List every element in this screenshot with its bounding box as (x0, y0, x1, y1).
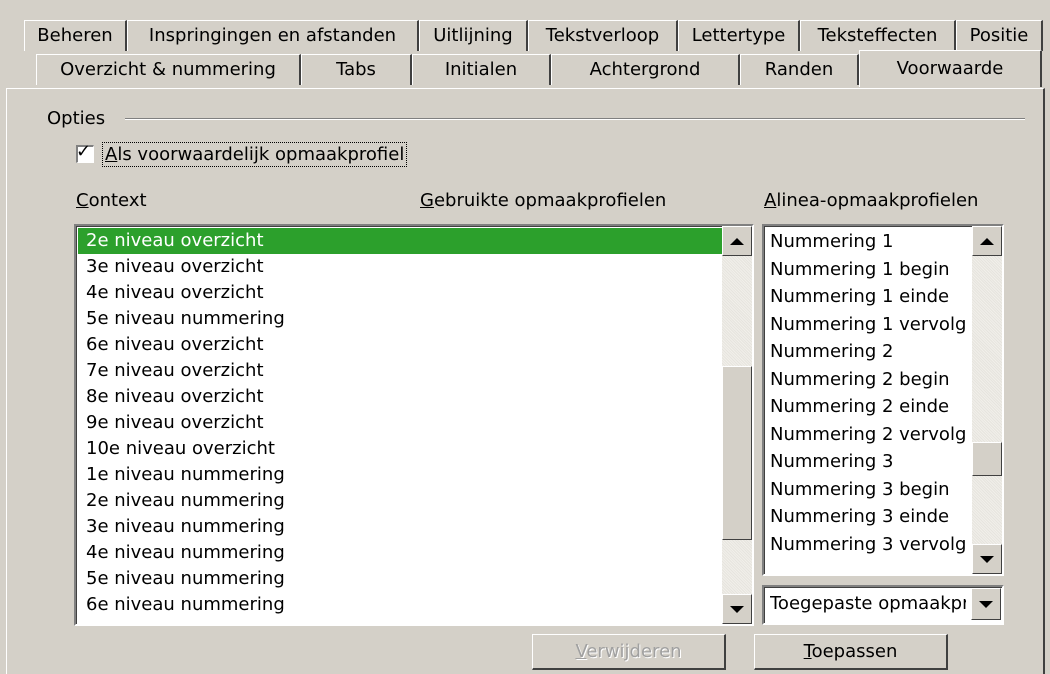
paragraph-styles-label: Alinea-opmaakprofielen (764, 190, 979, 211)
list-item[interactable]: 1e niveau nummering (78, 462, 722, 488)
context-list[interactable]: 2e niveau overzicht 3e niveau overzicht … (74, 224, 754, 626)
list-item[interactable]: Nummering 2 vervolg (766, 421, 972, 449)
chevron-down-icon (979, 600, 993, 608)
list-item[interactable]: Nummering 1 begin (766, 256, 972, 284)
paragraph-styles-list[interactable]: Nummering 1 Nummering 1 begin Nummering … (762, 224, 1004, 576)
list-item[interactable]: 8e niveau overzicht (78, 384, 722, 410)
paragraph-styles-scrollbar[interactable] (972, 226, 1002, 574)
list-item[interactable]: 4e niveau nummering (78, 540, 722, 566)
tab-uitlijning[interactable]: Uitlijning (419, 20, 528, 51)
list-item[interactable]: Nummering 3 begin (766, 476, 972, 504)
list-item[interactable]: 9e niveau overzicht (78, 410, 722, 436)
tab-overzicht-nummering[interactable]: Overzicht & nummering (36, 54, 301, 85)
applied-styles-column-header: Gebruikte opmaakprofielen (420, 190, 667, 211)
style-filter-dropdown[interactable]: Toegepaste opmaakprofielen (762, 585, 1004, 625)
scroll-down-button[interactable] (972, 544, 1002, 574)
list-item[interactable]: 2e niveau overzicht (78, 228, 722, 254)
tab-randen[interactable]: Randen (740, 54, 859, 85)
arrow-down-icon (980, 555, 994, 563)
list-item[interactable]: Nummering 1 einde (766, 283, 972, 311)
context-column-header: Context (76, 190, 147, 211)
list-item[interactable]: Nummering 2 begin (766, 366, 972, 394)
style-filter-value: Toegepaste opmaakprofielen (770, 593, 966, 614)
conditional-style-checkbox-row[interactable]: ✓ Als voorwaardelijk opmaakprofiel (76, 140, 408, 168)
dropdown-button[interactable] (971, 588, 1001, 620)
scroll-down-button[interactable] (722, 594, 752, 624)
list-item[interactable]: 4e niveau overzicht (78, 280, 722, 306)
scroll-thumb[interactable] (722, 366, 752, 540)
list-item[interactable]: Nummering 3 vervolg (766, 531, 972, 559)
options-group-label: Opties (47, 108, 112, 129)
conditional-style-checkbox[interactable]: ✓ (76, 141, 94, 163)
tab-initialen[interactable]: Initialen (412, 54, 551, 85)
list-item[interactable]: 5e niveau nummering (78, 306, 722, 332)
tab-lettertype[interactable]: Lettertype (678, 20, 800, 51)
arrow-down-icon (730, 605, 744, 613)
list-item[interactable]: Nummering 2 einde (766, 393, 972, 421)
list-item[interactable]: 2e niveau nummering (78, 488, 722, 514)
arrow-up-icon (980, 237, 994, 245)
tab-tekstverloop[interactable]: Tekstverloop (528, 20, 678, 51)
list-item[interactable]: 3e niveau nummering (78, 514, 722, 540)
scroll-up-button[interactable] (972, 226, 1002, 256)
tab-voorwaarde[interactable]: Voorwaarde (859, 50, 1042, 87)
list-item[interactable]: Nummering 3 (766, 448, 972, 476)
list-item[interactable]: Nummering 1 (766, 228, 972, 256)
tab-teksteffecten[interactable]: Teksteffecten (800, 20, 956, 51)
remove-button[interactable]: Verwijderen (532, 634, 726, 670)
context-list-scrollbar[interactable] (722, 226, 752, 624)
conditional-style-checkbox-label[interactable]: Als voorwaardelijk opmaakprofiel (102, 141, 408, 167)
arrow-up-icon (730, 237, 744, 245)
paragraph-style-dialog: Beheren Inspringingen en afstanden Uitli… (0, 0, 1050, 674)
list-item[interactable]: 6e niveau overzicht (78, 332, 722, 358)
list-item[interactable]: 7e niveau overzicht (78, 358, 722, 384)
tab-inspringingen-en-afstanden[interactable]: Inspringingen en afstanden (127, 20, 419, 51)
scroll-up-button[interactable] (722, 226, 752, 256)
list-item[interactable]: Nummering 3 einde (766, 503, 972, 531)
list-item[interactable]: 3e niveau overzicht (78, 254, 722, 280)
scroll-thumb[interactable] (972, 442, 1002, 476)
checkmark-icon: ✓ (76, 141, 92, 162)
list-item[interactable]: 10e niveau overzicht (78, 436, 722, 462)
tab-achtergrond[interactable]: Achtergrond (551, 54, 740, 85)
tab-tabs[interactable]: Tabs (301, 54, 412, 85)
list-item[interactable]: 6e niveau nummering (78, 592, 722, 618)
list-item[interactable]: Nummering 1 vervolg (766, 311, 972, 339)
list-item[interactable]: Nummering 2 (766, 338, 972, 366)
apply-button[interactable]: Toepassen (754, 634, 948, 670)
list-item[interactable]: 5e niveau nummering (78, 566, 722, 592)
options-group-separator (125, 118, 1025, 120)
tab-beheren[interactable]: Beheren (24, 20, 127, 51)
tab-positie[interactable]: Positie (956, 20, 1043, 51)
